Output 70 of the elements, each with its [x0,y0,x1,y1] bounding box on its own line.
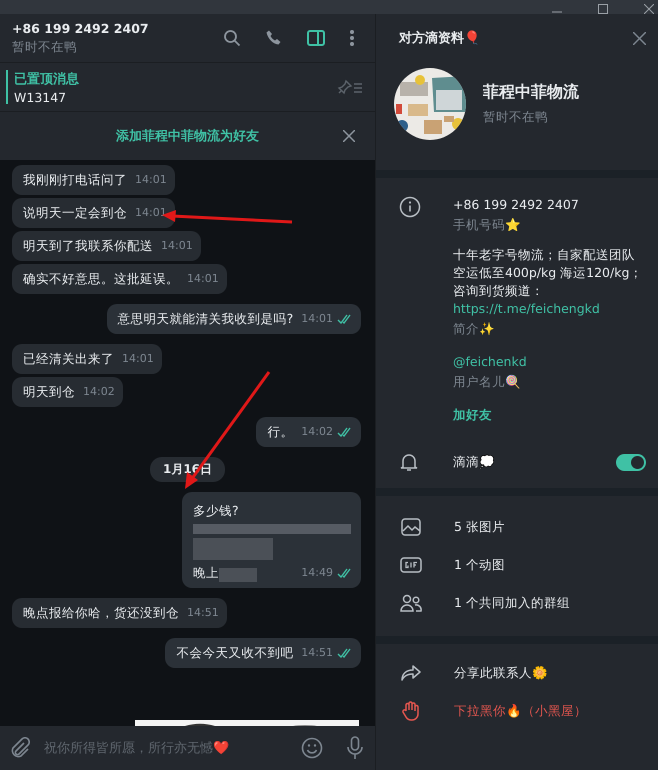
message-text: 确实不好意思。这批延误。 [23,270,179,288]
profile-action[interactable]: 下拉黑你🔥（小黑屋） [454,702,587,720]
shared-media-item[interactable]: 5 张图片 [454,518,505,536]
search-icon[interactable] [223,29,241,47]
share-icon [400,665,422,681]
phone-number: +86 199 2492 2407 [453,196,580,214]
close-icon[interactable] [343,130,355,142]
close-icon[interactable] [633,32,646,44]
message-time: 14:49 [301,565,333,581]
profile-panel-title: 对方滴资料🎈 [399,30,480,47]
bell-icon [400,452,418,472]
gif-icon [400,557,422,573]
image-icon [400,518,422,536]
message-text: 晚上 [193,564,219,582]
maximize-icon[interactable] [598,4,608,14]
message-text: 明天到了我联系你配送 [23,237,153,255]
message-text: 意思明天就能清关我收到是吗? [118,310,294,328]
channel-link[interactable]: https://t.me/feichengkd [453,300,642,318]
message-text: 已经清关出来了 [23,350,114,368]
username-link[interactable]: @feichenkd [453,353,642,371]
pinned-label: 已置顶消息 [14,70,80,88]
emoji-icon[interactable] [301,737,323,759]
more-icon[interactable] [349,29,355,47]
message-text: 我刚刚打电话问了 [23,171,127,189]
message-text: 多少钱? [193,502,240,520]
bio-text: 十年老字号物流；自家配送团队 [453,246,636,264]
username-label: 用户名儿🍭 [453,373,522,391]
info-icon [399,196,421,218]
shared-media-item[interactable]: 1 个共同加入的群组 [454,594,570,612]
notifications-label: 滴滴💭 [453,454,496,470]
message-time: 14:01 [301,311,333,327]
notifications-toggle[interactable] [616,454,646,470]
bio-text: 空运低至400p/kg 海运120/kg； [453,264,642,282]
message-time: 14:51 [301,645,333,661]
hand-icon [400,701,422,721]
message-text: 明天到仓 [23,383,75,401]
add-friend-button[interactable]: 加好友 [453,407,492,424]
contact-name: 菲程中菲物流 [483,82,579,103]
message-text: 说明天一定会到仓 [23,204,127,222]
chat-status: 暂时不在鸭 [12,38,78,56]
pinned-message-bar[interactable]: 已置顶消息 W13147 [0,63,375,111]
bio-text: 咨询到货频道： [453,282,545,300]
message-text: 不会今天又收不到吧 [176,644,294,662]
contact-status: 暂时不在鸭 [483,109,549,126]
profile-action[interactable]: 分享此联系人🌼 [454,664,548,682]
message-time: 14:01 [187,271,219,287]
close-icon[interactable] [644,4,654,14]
message-time: 14:51 [187,605,219,621]
message-time: 14:01 [122,351,154,367]
microphone-icon[interactable] [347,736,363,760]
bio-label: 简介✨ [453,320,496,338]
phone-label: 手机号码⭐ [453,216,522,234]
attach-icon[interactable] [10,737,30,759]
shared-media-item[interactable]: 1 个动图 [454,556,505,574]
people-icon [400,594,422,612]
message-time: 14:01 [135,172,167,188]
message-time: 14:02 [83,384,115,400]
message-time: 14:01 [161,238,193,254]
blurred-text [219,568,257,582]
chat-title: +86 199 2492 2407 [12,20,150,36]
message-text: 行。 [267,423,294,441]
message-time: 14:02 [301,424,333,440]
pin-list-icon[interactable] [337,79,363,95]
sidebar-toggle-icon[interactable] [307,30,325,46]
phone-icon[interactable] [265,29,283,47]
message-time: 14:01 [135,205,167,221]
message-input[interactable]: 祝你所得皆所愿，所行亦无憾❤ [42,740,289,756]
pinned-text: W13147 [14,90,68,104]
message-text: 晚点报给你哈，货还没到仓 [23,604,179,622]
add-contact-link[interactable]: 添加菲程中菲物流为好友 [116,127,259,145]
